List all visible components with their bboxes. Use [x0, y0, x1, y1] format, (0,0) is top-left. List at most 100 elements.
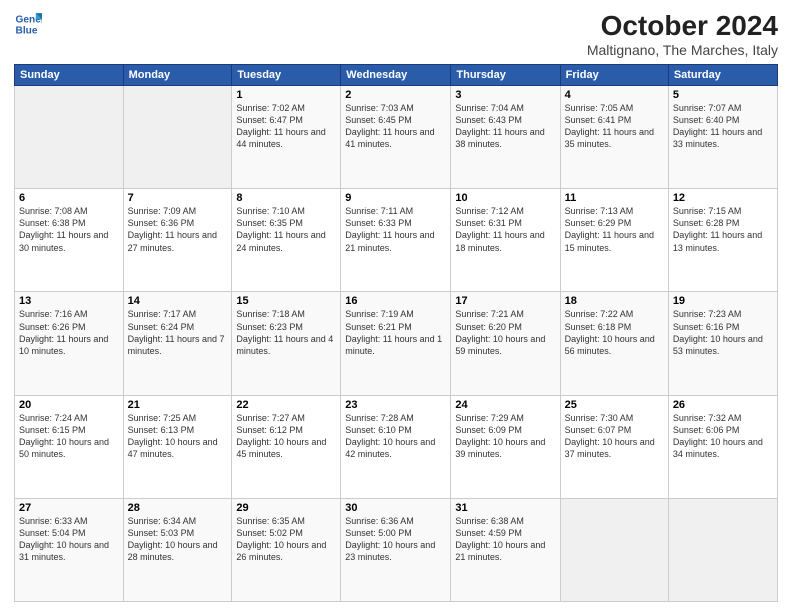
- cell-info: Sunrise: 7:12 AMSunset: 6:31 PMDaylight:…: [455, 205, 555, 254]
- cell-info: Sunrise: 7:29 AMSunset: 6:09 PMDaylight:…: [455, 412, 555, 461]
- cell-day-number: 7: [128, 192, 228, 204]
- calendar-cell: 24Sunrise: 7:29 AMSunset: 6:09 PMDayligh…: [451, 395, 560, 498]
- calendar-cell: 5Sunrise: 7:07 AMSunset: 6:40 PMDaylight…: [668, 86, 777, 189]
- cell-day-number: 1: [236, 89, 336, 101]
- calendar-cell: 22Sunrise: 7:27 AMSunset: 6:12 PMDayligh…: [232, 395, 341, 498]
- cell-info: Sunrise: 6:36 AMSunset: 5:00 PMDaylight:…: [345, 515, 446, 564]
- cell-info: Sunrise: 7:15 AMSunset: 6:28 PMDaylight:…: [673, 205, 773, 254]
- cell-info: Sunrise: 6:38 AMSunset: 4:59 PMDaylight:…: [455, 515, 555, 564]
- calendar: SundayMondayTuesdayWednesdayThursdayFrid…: [14, 64, 778, 602]
- cell-day-number: 15: [236, 295, 336, 307]
- calendar-cell: 29Sunrise: 6:35 AMSunset: 5:02 PMDayligh…: [232, 498, 341, 601]
- cell-day-number: 12: [673, 192, 773, 204]
- cell-info: Sunrise: 7:23 AMSunset: 6:16 PMDaylight:…: [673, 308, 773, 357]
- calendar-header-monday: Monday: [123, 65, 232, 86]
- cell-day-number: 28: [128, 502, 228, 514]
- calendar-cell: 10Sunrise: 7:12 AMSunset: 6:31 PMDayligh…: [451, 189, 560, 292]
- cell-day-number: 24: [455, 399, 555, 411]
- cell-day-number: 17: [455, 295, 555, 307]
- cell-day-number: 20: [19, 399, 119, 411]
- cell-day-number: 26: [673, 399, 773, 411]
- cell-day-number: 27: [19, 502, 119, 514]
- calendar-cell: 28Sunrise: 6:34 AMSunset: 5:03 PMDayligh…: [123, 498, 232, 601]
- page: General Blue October 2024 Maltignano, Th…: [0, 0, 792, 612]
- title-block: October 2024 Maltignano, The Marches, It…: [587, 10, 778, 58]
- calendar-cell: 8Sunrise: 7:10 AMSunset: 6:35 PMDaylight…: [232, 189, 341, 292]
- cell-info: Sunrise: 7:30 AMSunset: 6:07 PMDaylight:…: [565, 412, 664, 461]
- calendar-cell: 9Sunrise: 7:11 AMSunset: 6:33 PMDaylight…: [341, 189, 451, 292]
- cell-day-number: 14: [128, 295, 228, 307]
- calendar-cell: 3Sunrise: 7:04 AMSunset: 6:43 PMDaylight…: [451, 86, 560, 189]
- logo: General Blue: [14, 10, 42, 38]
- calendar-cell: 1Sunrise: 7:02 AMSunset: 6:47 PMDaylight…: [232, 86, 341, 189]
- cell-info: Sunrise: 7:13 AMSunset: 6:29 PMDaylight:…: [565, 205, 664, 254]
- calendar-cell: 31Sunrise: 6:38 AMSunset: 4:59 PMDayligh…: [451, 498, 560, 601]
- cell-info: Sunrise: 7:11 AMSunset: 6:33 PMDaylight:…: [345, 205, 446, 254]
- cell-day-number: 6: [19, 192, 119, 204]
- calendar-cell: 4Sunrise: 7:05 AMSunset: 6:41 PMDaylight…: [560, 86, 668, 189]
- calendar-header-wednesday: Wednesday: [341, 65, 451, 86]
- calendar-cell: 19Sunrise: 7:23 AMSunset: 6:16 PMDayligh…: [668, 292, 777, 395]
- cell-day-number: 25: [565, 399, 664, 411]
- cell-day-number: 19: [673, 295, 773, 307]
- cell-day-number: 9: [345, 192, 446, 204]
- cell-day-number: 30: [345, 502, 446, 514]
- calendar-cell: 13Sunrise: 7:16 AMSunset: 6:26 PMDayligh…: [15, 292, 124, 395]
- calendar-cell: 26Sunrise: 7:32 AMSunset: 6:06 PMDayligh…: [668, 395, 777, 498]
- calendar-cell: 2Sunrise: 7:03 AMSunset: 6:45 PMDaylight…: [341, 86, 451, 189]
- calendar-week-2: 6Sunrise: 7:08 AMSunset: 6:38 PMDaylight…: [15, 189, 778, 292]
- cell-info: Sunrise: 6:33 AMSunset: 5:04 PMDaylight:…: [19, 515, 119, 564]
- cell-info: Sunrise: 7:18 AMSunset: 6:23 PMDaylight:…: [236, 308, 336, 357]
- cell-day-number: 4: [565, 89, 664, 101]
- calendar-cell: 15Sunrise: 7:18 AMSunset: 6:23 PMDayligh…: [232, 292, 341, 395]
- calendar-cell: 17Sunrise: 7:21 AMSunset: 6:20 PMDayligh…: [451, 292, 560, 395]
- cell-info: Sunrise: 6:34 AMSunset: 5:03 PMDaylight:…: [128, 515, 228, 564]
- calendar-cell: [668, 498, 777, 601]
- cell-info: Sunrise: 7:27 AMSunset: 6:12 PMDaylight:…: [236, 412, 336, 461]
- cell-info: Sunrise: 7:03 AMSunset: 6:45 PMDaylight:…: [345, 102, 446, 151]
- page-subtitle: Maltignano, The Marches, Italy: [587, 42, 778, 58]
- calendar-week-5: 27Sunrise: 6:33 AMSunset: 5:04 PMDayligh…: [15, 498, 778, 601]
- cell-info: Sunrise: 7:19 AMSunset: 6:21 PMDaylight:…: [345, 308, 446, 357]
- cell-day-number: 10: [455, 192, 555, 204]
- cell-day-number: 18: [565, 295, 664, 307]
- calendar-cell: 14Sunrise: 7:17 AMSunset: 6:24 PMDayligh…: [123, 292, 232, 395]
- cell-info: Sunrise: 7:17 AMSunset: 6:24 PMDaylight:…: [128, 308, 228, 357]
- cell-day-number: 13: [19, 295, 119, 307]
- svg-text:Blue: Blue: [16, 25, 38, 36]
- cell-info: Sunrise: 7:28 AMSunset: 6:10 PMDaylight:…: [345, 412, 446, 461]
- logo-icon: General Blue: [14, 10, 42, 38]
- calendar-cell: 27Sunrise: 6:33 AMSunset: 5:04 PMDayligh…: [15, 498, 124, 601]
- cell-day-number: 11: [565, 192, 664, 204]
- calendar-header-thursday: Thursday: [451, 65, 560, 86]
- cell-info: Sunrise: 7:21 AMSunset: 6:20 PMDaylight:…: [455, 308, 555, 357]
- cell-day-number: 2: [345, 89, 446, 101]
- header: General Blue October 2024 Maltignano, Th…: [14, 10, 778, 58]
- cell-info: Sunrise: 7:08 AMSunset: 6:38 PMDaylight:…: [19, 205, 119, 254]
- calendar-header-row: SundayMondayTuesdayWednesdayThursdayFrid…: [15, 65, 778, 86]
- cell-day-number: 8: [236, 192, 336, 204]
- cell-info: Sunrise: 7:02 AMSunset: 6:47 PMDaylight:…: [236, 102, 336, 151]
- cell-day-number: 3: [455, 89, 555, 101]
- calendar-cell: 7Sunrise: 7:09 AMSunset: 6:36 PMDaylight…: [123, 189, 232, 292]
- cell-day-number: 5: [673, 89, 773, 101]
- calendar-cell: [15, 86, 124, 189]
- calendar-cell: 25Sunrise: 7:30 AMSunset: 6:07 PMDayligh…: [560, 395, 668, 498]
- page-title: October 2024: [587, 10, 778, 42]
- cell-info: Sunrise: 7:07 AMSunset: 6:40 PMDaylight:…: [673, 102, 773, 151]
- calendar-cell: 12Sunrise: 7:15 AMSunset: 6:28 PMDayligh…: [668, 189, 777, 292]
- calendar-header-tuesday: Tuesday: [232, 65, 341, 86]
- cell-info: Sunrise: 7:10 AMSunset: 6:35 PMDaylight:…: [236, 205, 336, 254]
- calendar-week-4: 20Sunrise: 7:24 AMSunset: 6:15 PMDayligh…: [15, 395, 778, 498]
- cell-info: Sunrise: 7:25 AMSunset: 6:13 PMDaylight:…: [128, 412, 228, 461]
- calendar-week-3: 13Sunrise: 7:16 AMSunset: 6:26 PMDayligh…: [15, 292, 778, 395]
- cell-day-number: 29: [236, 502, 336, 514]
- calendar-week-1: 1Sunrise: 7:02 AMSunset: 6:47 PMDaylight…: [15, 86, 778, 189]
- cell-info: Sunrise: 6:35 AMSunset: 5:02 PMDaylight:…: [236, 515, 336, 564]
- cell-info: Sunrise: 7:24 AMSunset: 6:15 PMDaylight:…: [19, 412, 119, 461]
- calendar-cell: 30Sunrise: 6:36 AMSunset: 5:00 PMDayligh…: [341, 498, 451, 601]
- calendar-cell: 21Sunrise: 7:25 AMSunset: 6:13 PMDayligh…: [123, 395, 232, 498]
- cell-info: Sunrise: 7:16 AMSunset: 6:26 PMDaylight:…: [19, 308, 119, 357]
- calendar-header-friday: Friday: [560, 65, 668, 86]
- calendar-cell: 11Sunrise: 7:13 AMSunset: 6:29 PMDayligh…: [560, 189, 668, 292]
